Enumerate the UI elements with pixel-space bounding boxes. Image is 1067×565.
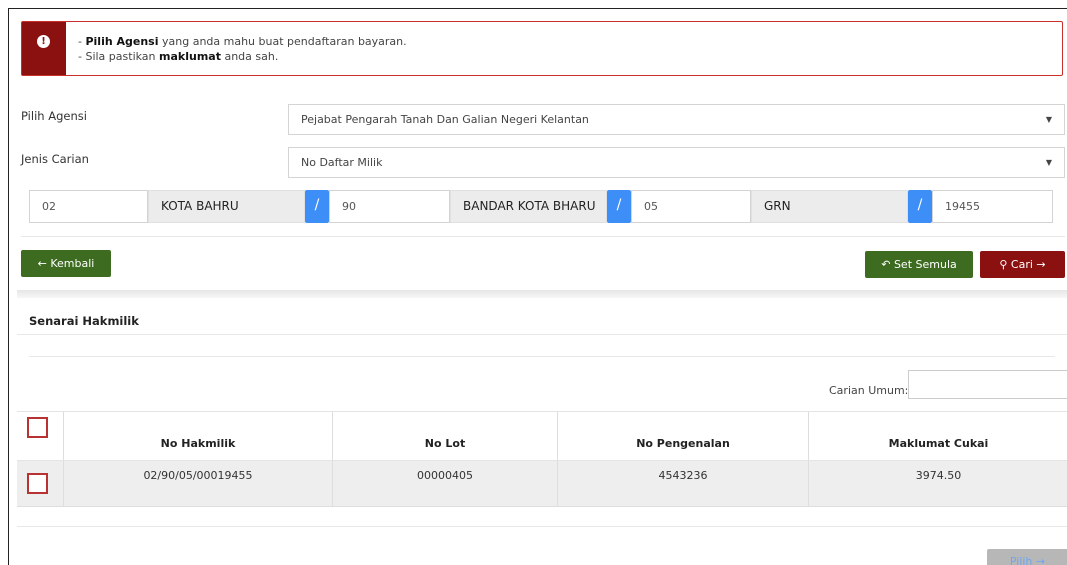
separator-slash: / [607,190,631,223]
divider [29,356,1055,357]
alert-icon-box: ! [22,22,66,75]
title-number-input[interactable]: 19455 [932,190,1053,223]
mukim-name: BANDAR KOTA BHARU [450,190,607,223]
row-checkbox[interactable] [27,473,48,494]
app-frame: ! - Pilih Agensi yang anda mahu buat pen… [8,8,1067,565]
separator-slash: / [305,190,329,223]
state-code-input[interactable]: 02 [29,190,148,223]
agency-select[interactable]: Pejabat Pengarah Tanah Dan Galian Negeri… [288,104,1065,135]
cell-id-number: 4543236 [557,461,808,506]
chevron-down-icon: ▼ [1045,158,1052,167]
column-header[interactable]: No Hakmilik [63,412,332,460]
magnifier-icon: ⚲ [999,258,1008,271]
column-header[interactable]: Maklumat Cukai [808,412,1067,460]
select-button[interactable]: Pilih → [987,549,1067,565]
agency-label: Pilih Agensi [21,109,87,123]
district-code-input[interactable]: 90 [329,190,450,223]
search-type-select[interactable]: No Daftar Milik ▼ [288,147,1065,178]
cell-lot-number: 00000405 [332,461,557,506]
district-name: KOTA BAHRU [148,190,305,223]
results-title: Senarai Hakmilik [29,314,139,328]
alert-message: - Pilih Agensi yang anda mahu buat penda… [78,35,407,63]
column-header[interactable]: No Lot [332,412,557,460]
column-header[interactable]: No Pengenalan [557,412,808,460]
title-type: GRN [751,190,908,223]
table-row[interactable]: 02/90/05/00019455 00000405 4543236 3974.… [17,461,1067,507]
alert-emphasis-info: maklumat [159,50,221,63]
general-search-label: Carian Umum: [829,384,909,397]
info-circle-icon: ! [37,35,50,48]
reset-button[interactable]: ↶ Set Semula [865,251,973,278]
divider [17,334,1067,335]
general-search-input[interactable] [908,370,1067,399]
mukim-code-input[interactable]: 05 [631,190,751,223]
separator-slash: / [908,190,932,223]
undo-icon: ↶ [881,258,891,271]
select-all-checkbox[interactable] [27,417,48,438]
divider [17,526,1067,527]
back-button[interactable]: ← Kembali [21,250,111,277]
search-type-label: Jenis Carian [21,152,89,166]
divider [21,236,1065,237]
search-type-select-value: No Daftar Milik [301,156,383,169]
cell-title-number: 02/90/05/00019455 [63,461,332,506]
agency-select-value: Pejabat Pengarah Tanah Dan Galian Negeri… [301,113,589,126]
cell-tax-info: 3974.50 [808,461,1067,506]
alert-emphasis-agency: Pilih Agensi [85,35,159,48]
table-header: No Hakmilik No Lot No Pengenalan Makluma… [17,411,1067,461]
panel-separator [17,290,1067,298]
chevron-down-icon: ▼ [1045,115,1052,124]
info-alert: ! - Pilih Agensi yang anda mahu buat pen… [21,21,1063,76]
search-button[interactable]: ⚲ Cari → [980,251,1065,278]
